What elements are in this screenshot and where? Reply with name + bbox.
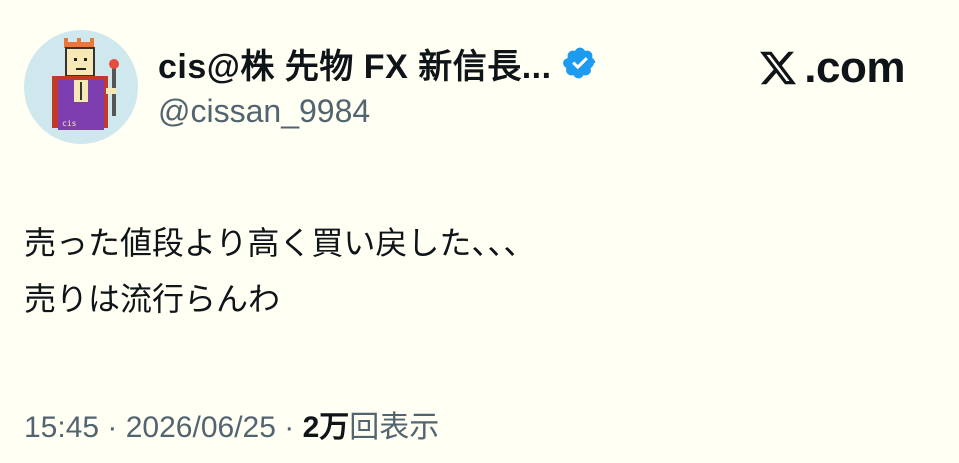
tweet-line: 売った値段より高く買い戻した、、、 [24, 224, 536, 262]
svg-text:cis: cis [62, 119, 77, 128]
x-brand: .com [758, 40, 905, 96]
meta-separator: · [99, 411, 126, 444]
tweet-meta: 15:45 · 2026/06/25 · 2万回表示 [24, 402, 439, 446]
tweet-time[interactable]: 15:45 [24, 411, 99, 444]
tweet-line: 売りは流行らんわ [24, 280, 281, 318]
verified-badge-icon [562, 47, 595, 79]
pixel-art-king-avatar-icon: cis [52, 38, 119, 130]
x-logo-icon [760, 51, 797, 85]
meta-separator: · [275, 411, 303, 444]
brand-domain-text: .com [804, 43, 905, 92]
avatar[interactable]: cis [24, 30, 138, 144]
author-handle[interactable]: @cissan_9984 [158, 93, 370, 130]
views-label: 回表示 [349, 411, 440, 444]
tweet-card: cis cis@株 先物 FX 新信長... @cissan_9984 .com… [0, 0, 959, 463]
tweet-text: 売った値段より高く買い戻した、、、 売りは流行らんわ [24, 215, 535, 327]
author-display-name[interactable]: cis@株 先物 FX 新信長... [158, 39, 552, 88]
author-name-row: cis@株 先物 FX 新信長... [158, 40, 598, 86]
views-count: 2万 [302, 411, 350, 444]
tweet-date[interactable]: 2026/06/25 [126, 411, 276, 444]
